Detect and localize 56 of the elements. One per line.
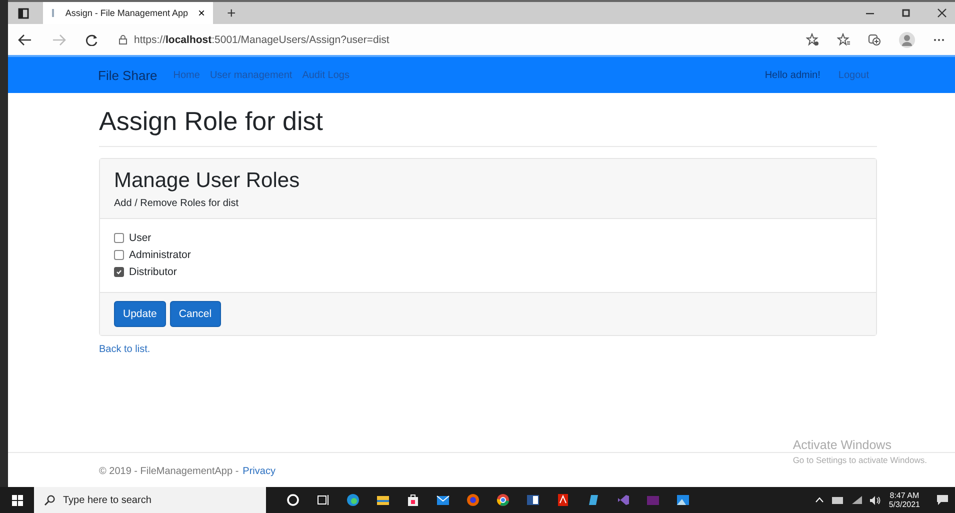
edge-browser-icon[interactable] <box>346 493 360 507</box>
brand-link[interactable]: File Share <box>98 68 158 82</box>
card-title: Manage User Roles <box>114 169 301 193</box>
speaker-icon[interactable] <box>870 496 881 504</box>
cortana-circle-icon[interactable] <box>286 493 300 507</box>
word-document-icon[interactable] <box>526 493 540 507</box>
more-icon[interactable] <box>933 38 945 42</box>
tab-close-button[interactable]: × <box>198 6 205 20</box>
folder-icon[interactable] <box>376 493 390 507</box>
restore-icon[interactable] <box>901 8 911 18</box>
pdf-reader-icon[interactable] <box>556 493 570 507</box>
card-subtitle: Add / Remove Roles for dist <box>114 198 240 209</box>
back-arrow-icon[interactable] <box>18 34 32 46</box>
lock-icon <box>118 34 128 45</box>
role-checkbox[interactable] <box>114 233 124 243</box>
activation-title: Activate Windows <box>792 438 892 452</box>
refresh-icon[interactable] <box>86 34 98 46</box>
profile-avatar-icon[interactable] <box>899 32 915 48</box>
store-bag-icon[interactable] <box>406 493 420 507</box>
back-link[interactable]: Back to list. <box>99 344 150 355</box>
role-label: User <box>129 232 152 244</box>
taskbar-clock[interactable]: 8:47 AM 5/3/2021 <box>888 490 920 510</box>
visual-studio-icon[interactable] <box>616 493 630 507</box>
mail-icon[interactable] <box>436 493 450 507</box>
check-mark-icon <box>116 269 122 275</box>
photos-icon[interactable] <box>676 493 690 507</box>
star-plus-icon[interactable] <box>806 33 819 46</box>
notification-icon[interactable] <box>936 494 949 506</box>
task-view-icon[interactable] <box>316 493 330 507</box>
role-checkbox[interactable] <box>114 267 124 277</box>
page-heading: Assign Role for dist <box>99 106 877 147</box>
firefox-icon[interactable] <box>466 493 480 507</box>
role-checkbox[interactable] <box>114 250 124 260</box>
role-label: Distributor <box>129 266 177 278</box>
search-placeholder: Type here to search <box>63 494 152 506</box>
greeting-text: Hello admin! <box>764 70 820 80</box>
activation-text: Go to Settings to activate Windows. <box>792 455 927 465</box>
search-icon <box>44 494 55 506</box>
copyright-text: © 2019 - FileManagementApp - <box>99 466 239 477</box>
privacy-link[interactable]: Privacy <box>242 466 276 477</box>
chevron-up-icon[interactable] <box>814 497 824 503</box>
network-icon[interactable] <box>852 496 862 504</box>
browser-tab[interactable]: Assign - File Management App × <box>43 2 213 24</box>
windows-start-icon[interactable] <box>12 494 22 506</box>
taskbar-search-field[interactable]: Type here to search <box>34 487 266 513</box>
update-button[interactable]: Update <box>114 301 166 327</box>
address-bar[interactable]: https://localhost:5001/ManageUsers/Assign?user=dist <box>118 34 786 46</box>
new-tab-button[interactable]: + <box>227 4 236 22</box>
tab-title: Assign - File Management App <box>65 8 188 18</box>
sidebar-icon[interactable] <box>18 8 29 18</box>
url-text: https://localhost:5001/ManageUsers/Assign?user=dist <box>134 34 390 46</box>
cancel-button[interactable]: Cancel <box>170 301 221 327</box>
close-icon[interactable] <box>937 8 947 18</box>
role-label: Administrator <box>129 249 191 261</box>
chrome-icon[interactable] <box>496 493 510 507</box>
collections-icon[interactable] <box>868 33 881 46</box>
